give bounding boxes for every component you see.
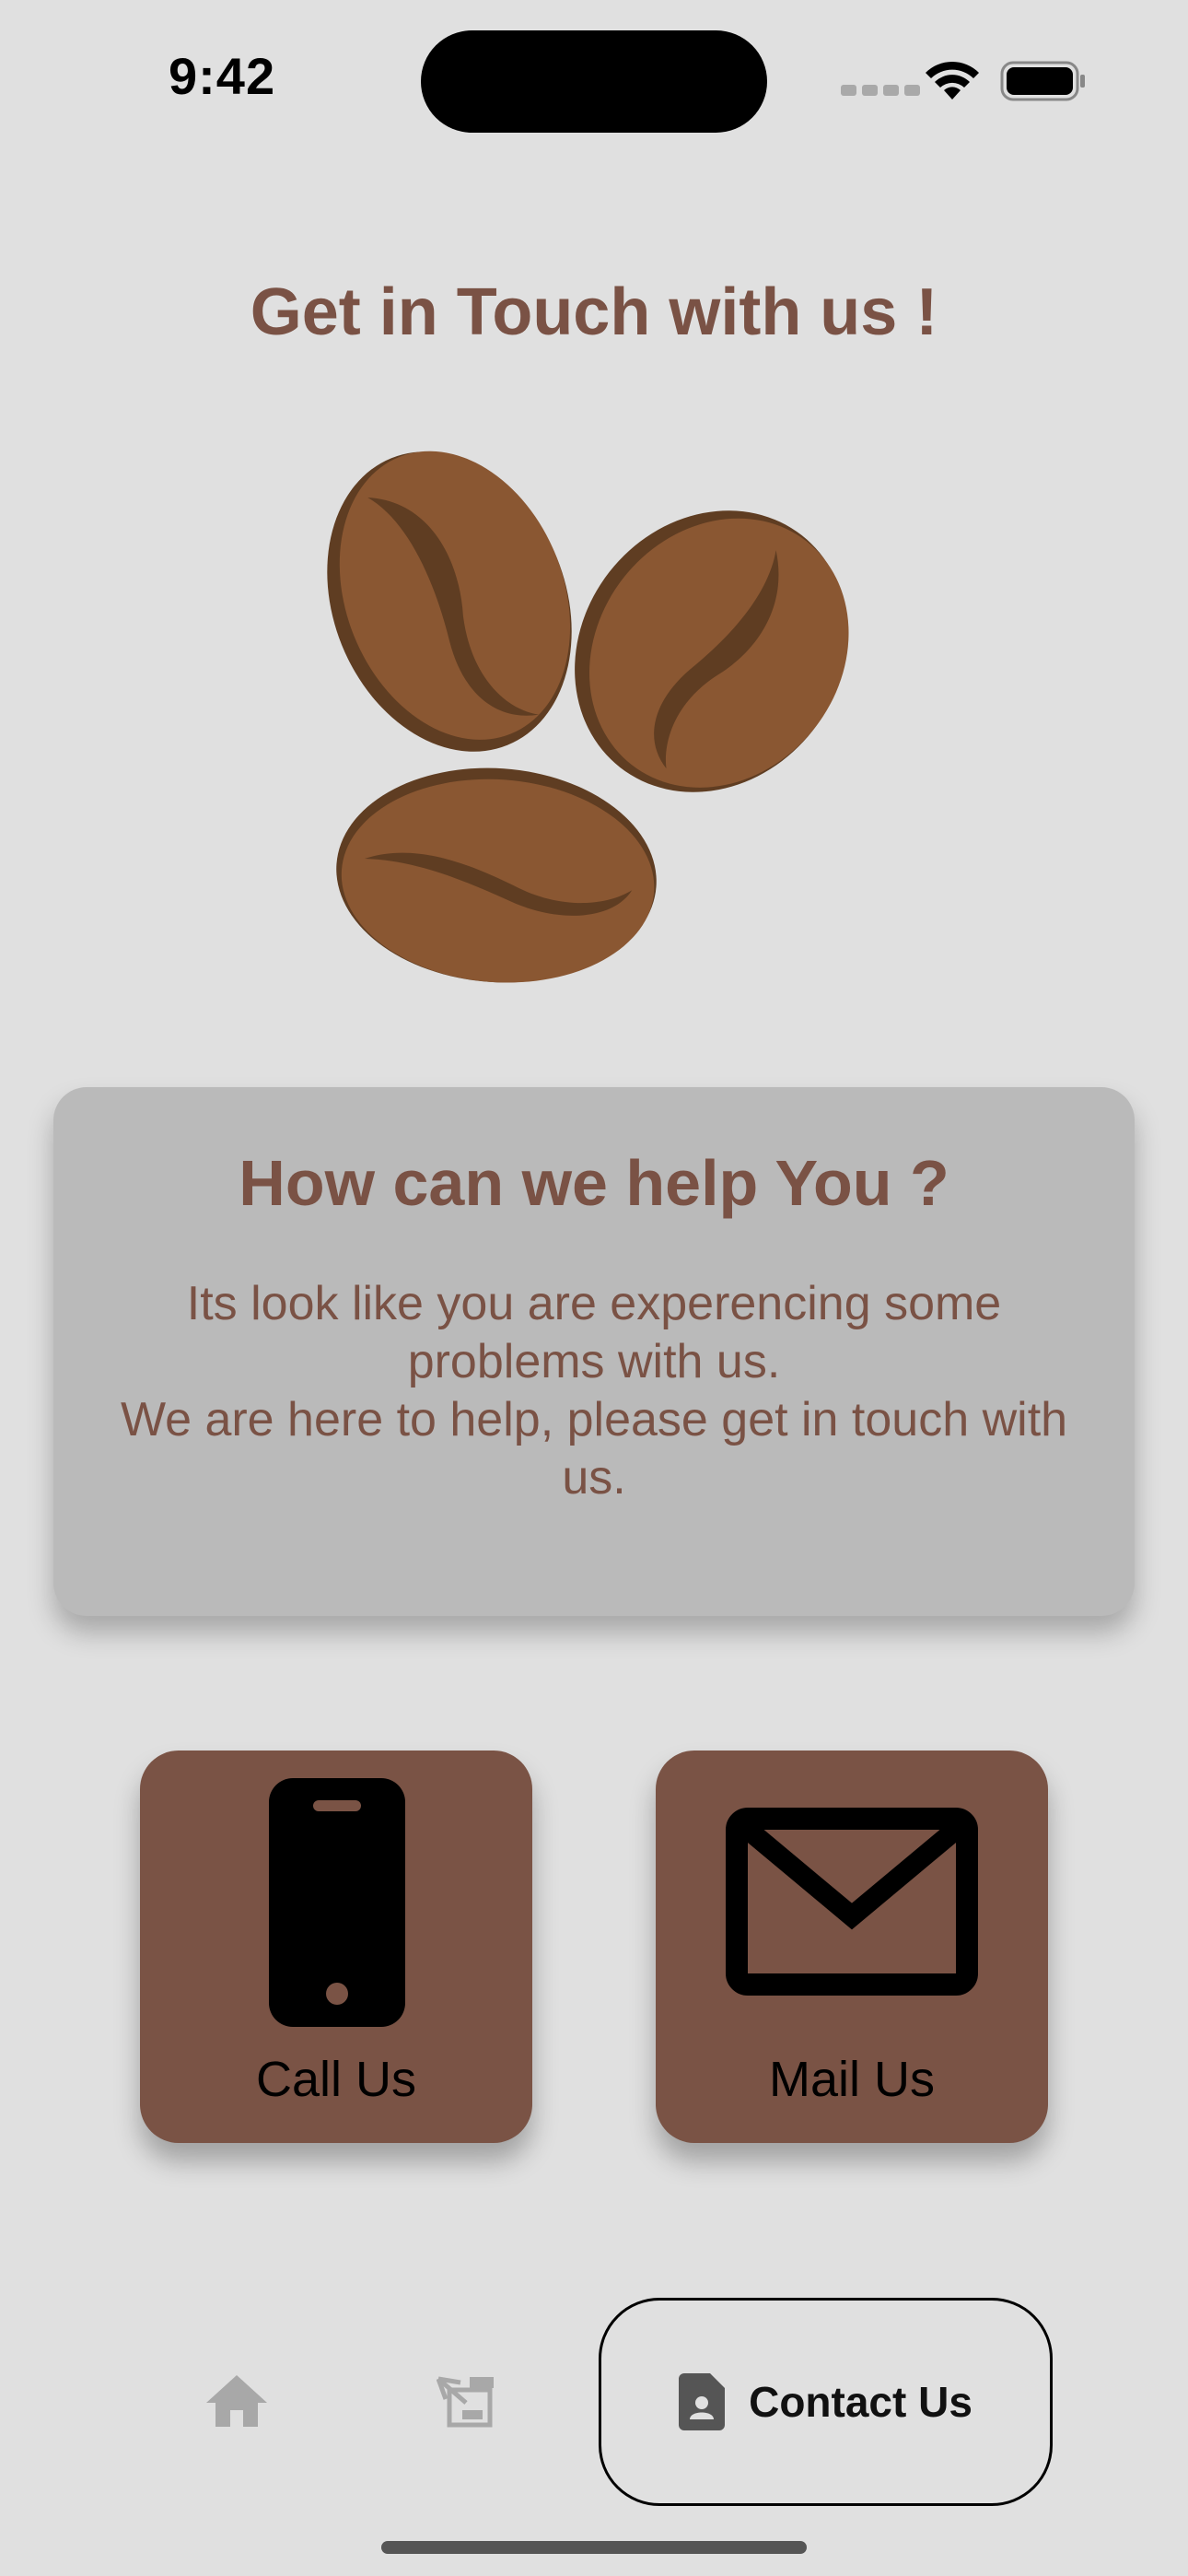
coffee-menu-icon[interactable]: [437, 2373, 497, 2429]
tab-contact-us[interactable]: Contact Us: [599, 2298, 1053, 2506]
mail-us-button[interactable]: Mail Us: [656, 1751, 1048, 2143]
status-time: 9:42: [169, 47, 276, 105]
battery-icon: [1000, 61, 1085, 101]
help-message: Its look like you are experencing some p…: [120, 1277, 1068, 1505]
envelope-icon: [726, 1808, 978, 1996]
help-heading: How can we help You ?: [239, 1147, 949, 1219]
coffee-beans-illustration: [327, 451, 849, 983]
page-title: Get in Touch with us !: [250, 275, 938, 349]
wifi-icon: [926, 61, 979, 100]
mail-us-label: Mail Us: [768, 2052, 935, 2107]
phone-icon: [269, 1778, 405, 2027]
dynamic-island: [421, 30, 767, 133]
status-icons: [841, 57, 1089, 105]
contact-screen: 9:42 Get in Touch with us ! How can we h…: [0, 0, 1188, 2576]
home-indicator[interactable]: [381, 2541, 807, 2554]
help-card: How can we help You ? Its look like you …: [53, 1087, 1135, 1616]
cellular-signal-icon: [841, 85, 920, 96]
home-icon[interactable]: [204, 2373, 269, 2429]
contact-icon: [679, 2373, 726, 2430]
call-us-button[interactable]: Call Us: [140, 1751, 532, 2143]
tab-contact-us-label: Contact Us: [749, 2378, 973, 2426]
call-us-label: Call Us: [255, 2052, 417, 2107]
